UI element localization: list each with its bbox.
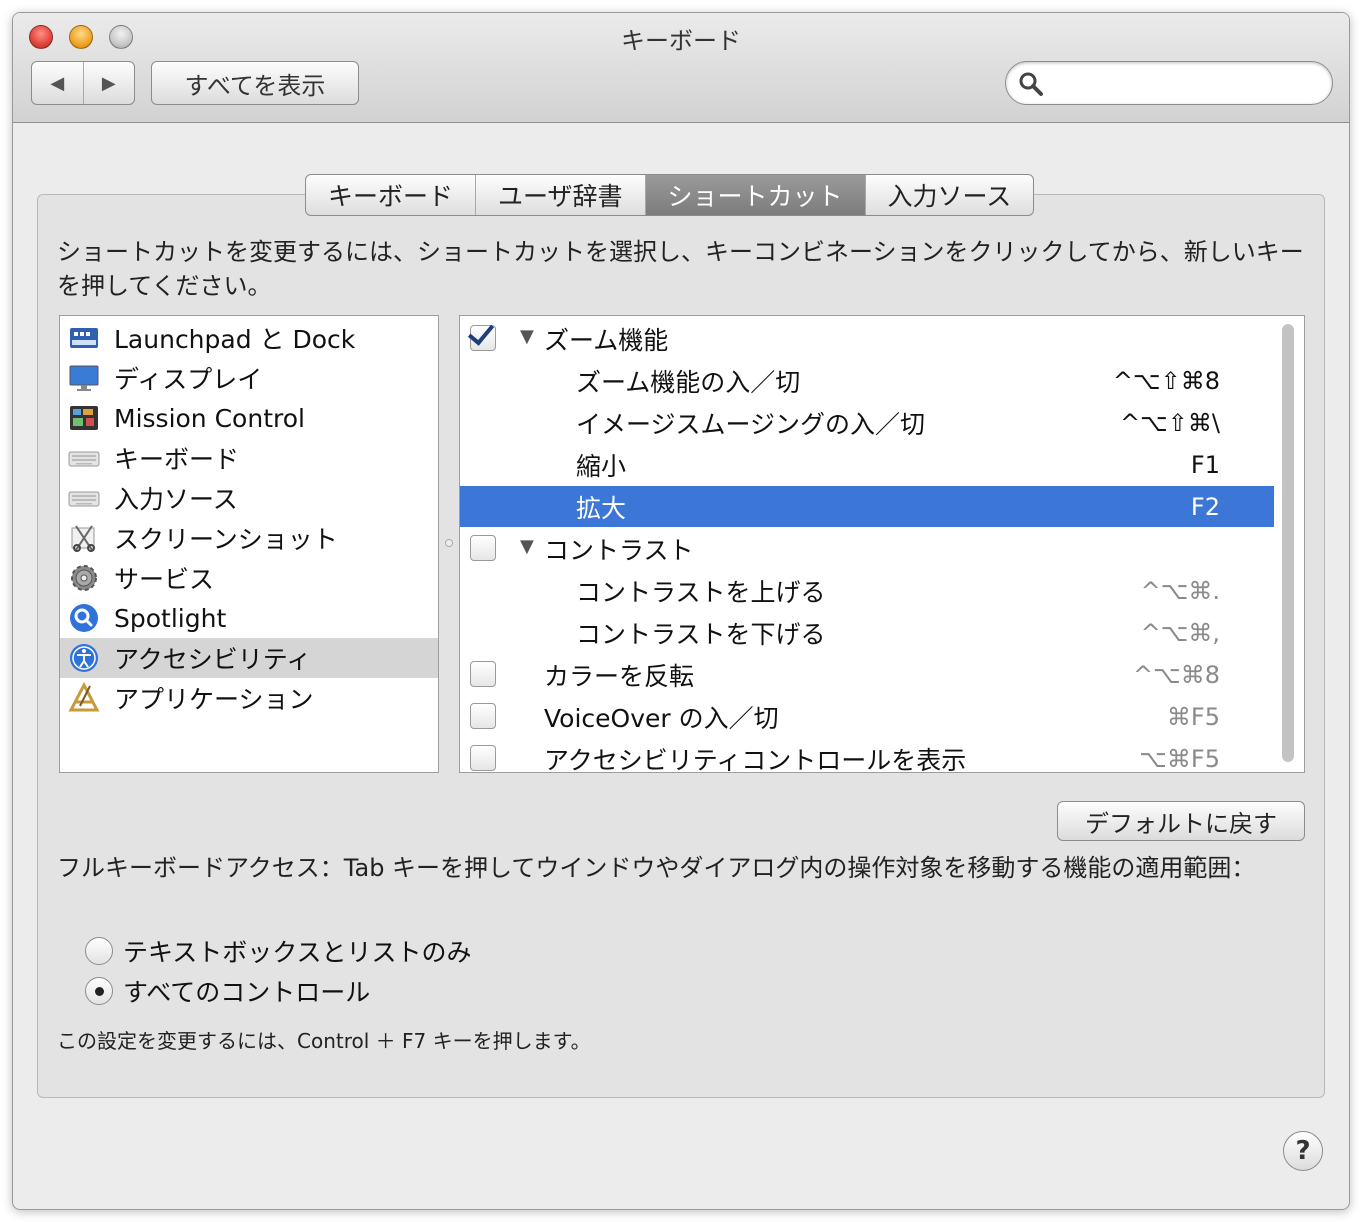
shortcut-label: イメージスムージングの入／切 [576,409,926,439]
shortcut-key[interactable]: ⌘F5 [1167,703,1220,731]
back-button[interactable]: ◀ [32,62,83,104]
shortcut-key[interactable]: ^⌥⌘8 [1133,661,1220,689]
category-label: Launchpad と Dock [114,325,356,354]
search-input[interactable] [1050,68,1320,98]
category-spotlight[interactable]: Spotlight [60,598,438,638]
shortcut-label: ズーム機能の入／切 [576,367,801,397]
shortcut-row-selected[interactable]: 拡大 F2 [460,486,1274,527]
category-keyboard[interactable]: キーボード [60,438,438,478]
category-list[interactable]: Launchpad と Dock ディスプレイ Mission Control … [59,315,439,773]
shortcut-label: 拡大 [576,493,627,523]
disclosure-triangle-icon[interactable]: ▼ [520,326,534,347]
shortcut-label: コントラスト [544,535,694,565]
shortcut-label: コントラストを上げる [576,577,826,607]
shortcut-row[interactable]: イメージスムージングの入／切 ^⌥⇧⌘\ [460,402,1274,443]
split-view-divider[interactable] [445,539,453,547]
category-services[interactable]: サービス [60,558,438,598]
screenshot-icon [68,522,100,554]
category-label: キーボード [114,445,240,474]
instructions-text: ショートカットを変更するには、ショートカットを選択し、キーコンビネーションをクリ… [57,238,1304,300]
titlebar: キーボード ◀ ▶ すべてを表示 [13,13,1349,123]
radio-button-selected[interactable] [85,977,113,1005]
shortcut-row-invert-colors[interactable]: カラーを反転 ^⌥⌘8 [460,654,1274,695]
preferences-window: キーボード ◀ ▶ すべてを表示 キーボード ユーザ辞書 ショートカット 入力ソ… [12,12,1350,1210]
search-icon [1019,72,1043,96]
shortcut-label: アクセシビリティコントロールを表示 [544,745,967,773]
category-input-sources[interactable]: 入力ソース [60,478,438,518]
help-button[interactable]: ? [1283,1131,1323,1171]
disclosure-triangle-icon[interactable]: ▼ [520,536,534,557]
spotlight-icon [68,602,100,634]
search-field[interactable] [1005,61,1333,105]
full-keyboard-access-description: フルキーボードアクセス：Tab キーを押してウインドウやダイアログ内の操作対象を… [57,854,1256,882]
radio-text-boxes-lists-only[interactable]: テキストボックスとリストのみ [85,933,472,969]
shortcut-list[interactable]: ▼ ズーム機能 ズーム機能の入／切 ^⌥⇧⌘8 イメージスムージングの入／切 ^… [459,315,1305,773]
input-source-icon [68,482,100,514]
services-gear-icon [68,562,100,594]
category-mission-control[interactable]: Mission Control [60,398,438,438]
category-screenshots[interactable]: スクリーンショット [60,518,438,558]
shortcut-key[interactable]: ^⌥⌘. [1141,577,1220,605]
voiceover-checkbox[interactable] [470,703,496,729]
tab-input-sources[interactable]: 入力ソース [864,175,1034,215]
category-label: アクセシビリティ [114,645,312,674]
shortcut-key[interactable]: ^⌥⇧⌘8 [1113,367,1220,395]
category-label: Spotlight [114,603,227,633]
shortcut-row[interactable]: コントラストを下げる ^⌥⌘, [460,612,1274,653]
shortcut-label: VoiceOver の入／切 [544,703,779,733]
tab-shortcuts[interactable]: ショートカット [644,175,865,215]
shortcut-key[interactable]: ^⌥⌘, [1141,619,1220,647]
radio-label: テキストボックスとリストのみ [123,938,472,967]
category-label: サービス [114,565,215,594]
radio-label: すべてのコントロール [123,978,371,1007]
shortcut-hint-text: この設定を変更するには、Control ＋ F7 キーを押します。 [57,1029,591,1053]
back-forward-control: ◀ ▶ [31,61,135,105]
shortcut-label: カラーを反転 [544,661,695,691]
display-icon [68,362,100,394]
shortcut-row[interactable]: コントラストを上げる ^⌥⌘. [460,570,1274,611]
show-all-button[interactable]: すべてを表示 [151,61,359,105]
category-label: Mission Control [114,403,305,433]
accessibility-controls-checkbox[interactable] [470,745,496,771]
category-label: 入力ソース [114,485,238,514]
tab-bar: キーボード ユーザ辞書 ショートカット 入力ソース [305,174,1035,216]
shortcut-key[interactable]: F2 [1191,493,1220,521]
shortcut-row-contrast-group[interactable]: ▼ コントラスト [460,528,1274,569]
shortcut-label: コントラストを下げる [576,619,826,649]
window-title: キーボード [621,27,741,55]
category-accessibility[interactable]: アクセシビリティ [60,638,438,678]
category-launchpad-dock[interactable]: Launchpad と Dock [60,318,438,358]
accessibility-icon [68,642,100,674]
zoom-checkbox[interactable] [470,325,496,351]
restore-defaults-button[interactable]: デフォルトに戻す [1057,801,1305,841]
shortcut-label: 縮小 [576,451,627,481]
radio-all-controls[interactable]: すべてのコントロール [85,973,370,1009]
scrollbar-thumb[interactable] [1282,324,1294,762]
shortcut-row[interactable]: 縮小 F1 [460,444,1274,485]
forward-button[interactable]: ▶ [82,62,135,104]
shortcut-label: ズーム機能 [544,325,669,355]
category-applications[interactable]: アプリケーション [60,678,438,718]
launchpad-dock-icon [68,322,100,354]
shortcut-key[interactable]: ⌥⌘F5 [1139,745,1220,773]
mission-control-icon [68,402,100,434]
invert-colors-checkbox[interactable] [470,661,496,687]
category-label: ディスプレイ [114,365,263,394]
shortcut-row-zoom-group[interactable]: ▼ ズーム機能 [460,318,1274,359]
category-label: スクリーンショット [114,525,338,554]
applications-icon [68,682,100,714]
shortcut-row-voiceover[interactable]: VoiceOver の入／切 ⌘F5 [460,696,1274,737]
category-display[interactable]: ディスプレイ [60,358,438,398]
keyboard-icon [68,442,100,474]
shortcut-row-accessibility-controls[interactable]: アクセシビリティコントロールを表示 ⌥⌘F5 [460,738,1274,773]
tab-keyboard[interactable]: キーボード [306,175,475,215]
shortcut-row[interactable]: ズーム機能の入／切 ^⌥⇧⌘8 [460,360,1274,401]
radio-button[interactable] [85,937,113,965]
shortcut-key[interactable]: ^⌥⇧⌘\ [1120,409,1220,437]
category-label: アプリケーション [114,685,314,714]
tab-user-dictionary[interactable]: ユーザ辞書 [475,175,645,215]
contrast-checkbox[interactable] [470,535,496,561]
vertical-scrollbar[interactable] [1278,320,1298,766]
shortcut-key[interactable]: F1 [1191,451,1220,479]
